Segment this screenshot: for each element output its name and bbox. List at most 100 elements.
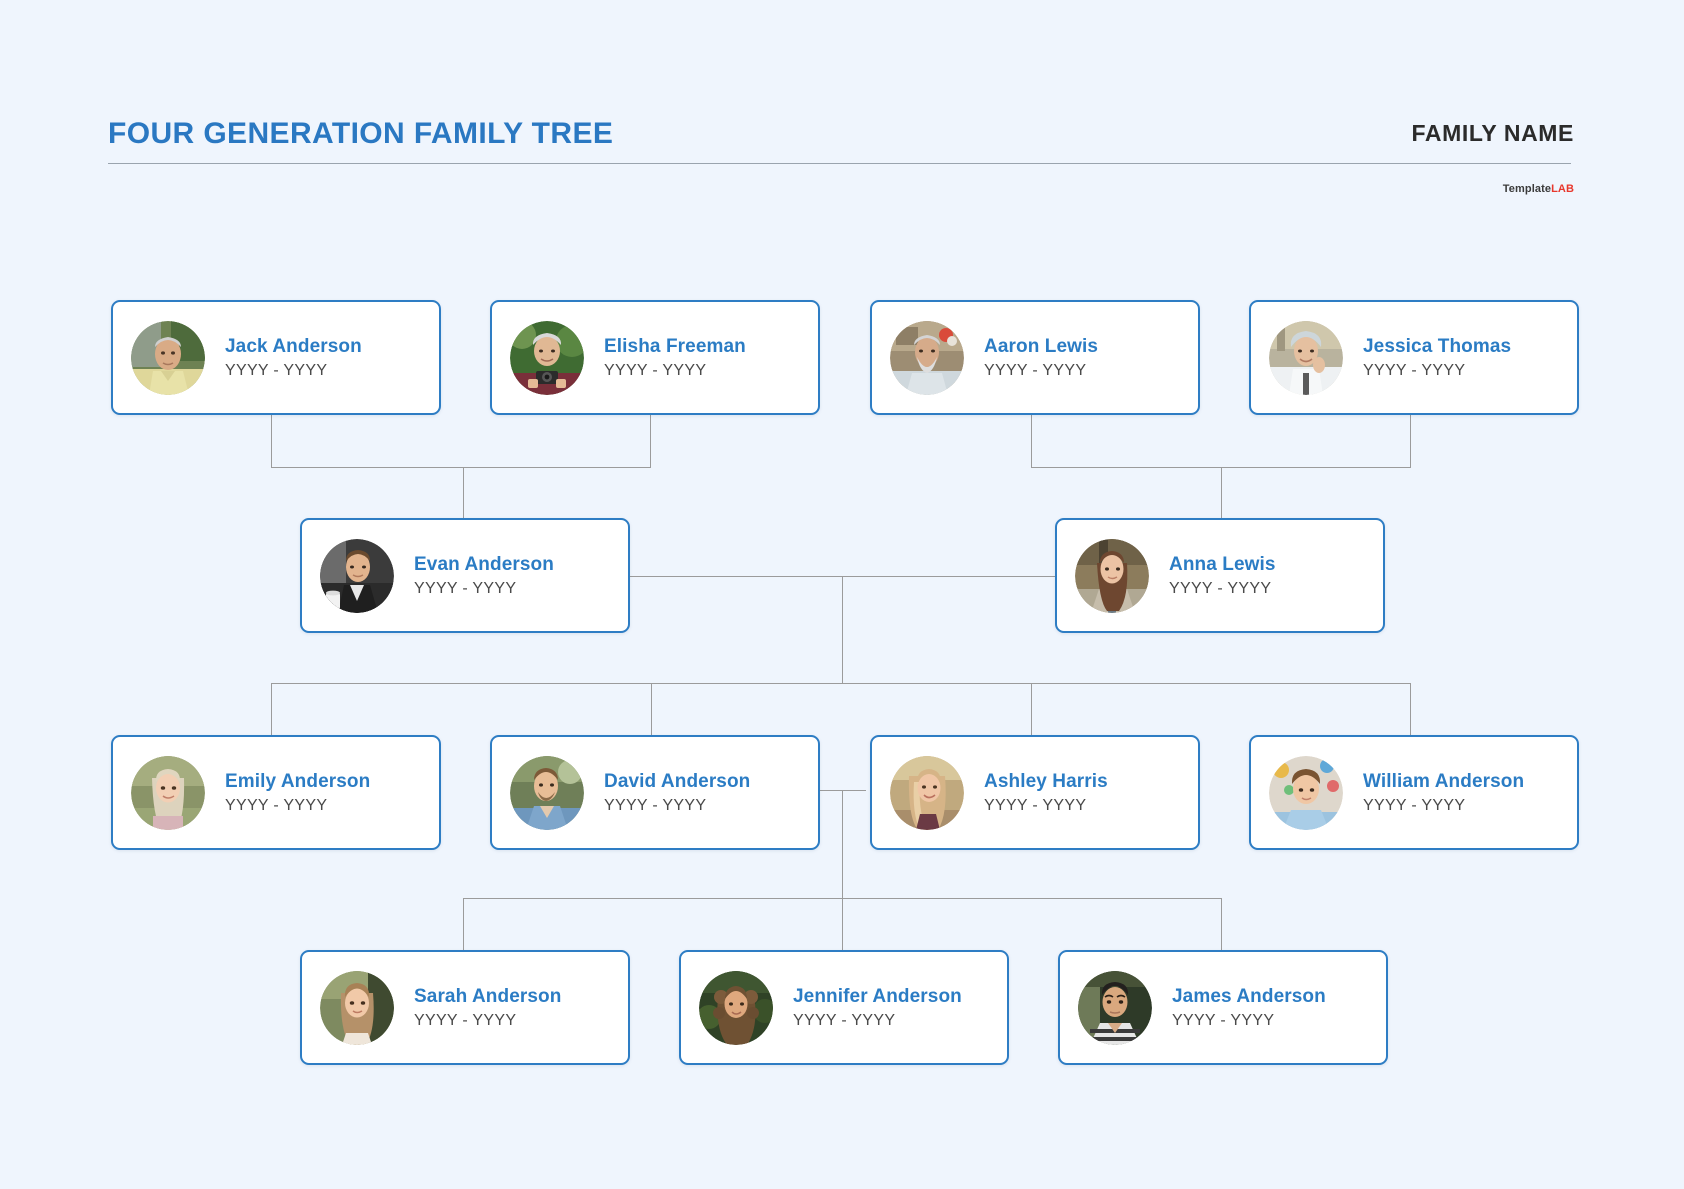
person-name: Sarah Anderson [414, 985, 562, 1007]
person-dates: YYYY - YYYY [414, 580, 517, 598]
connector-jack-down [271, 414, 272, 467]
person-meta: Aaron Lewis YYYY - YYYY [984, 335, 1098, 381]
avatar [1075, 538, 1149, 613]
avatar [131, 320, 205, 395]
person-meta: William Anderson YYYY - YYYY [1363, 770, 1524, 816]
person-dates: YYYY - YYYY [1363, 362, 1466, 380]
person-dates: YYYY - YYYY [604, 362, 707, 380]
avatar [510, 755, 584, 830]
connector-william-up [1410, 683, 1411, 735]
person-card-sarah-anderson[interactable]: Sarah Anderson YYYY - YYYY [300, 950, 630, 1065]
avatar [890, 755, 964, 830]
photo-woman-long-brown-hair [1075, 538, 1149, 613]
photo-man-blue-shirt [510, 755, 584, 830]
connector-david-up [651, 683, 652, 735]
person-name: Ashley Harris [984, 770, 1108, 792]
photo-elderly-man-beard [890, 320, 964, 395]
connector-emily-up [271, 683, 272, 735]
avatar [699, 970, 773, 1045]
person-name: Jennifer Anderson [793, 985, 962, 1007]
photo-young-girl-blonde [131, 755, 205, 830]
person-name: David Anderson [604, 770, 751, 792]
connector-ashley-up [1031, 683, 1032, 735]
person-dates: YYYY - YYYY [984, 797, 1087, 815]
photo-man-coffee-cup [320, 538, 394, 613]
person-name: Aaron Lewis [984, 335, 1099, 357]
connector-jennifer-up [842, 898, 843, 950]
person-dates: YYYY - YYYY [984, 362, 1087, 380]
connector-gen2-down [842, 576, 843, 683]
person-meta: Anna Lewis YYYY - YYYY [1169, 553, 1276, 599]
logo-accent-text: LAB [1551, 183, 1574, 195]
person-card-david-anderson[interactable]: David Anderson YYYY - YYYY [490, 735, 820, 850]
connector-aaron-down [1031, 414, 1032, 467]
person-card-william-anderson[interactable]: William Anderson YYYY - YYYY [1249, 735, 1579, 850]
person-name: Jack Anderson [225, 335, 362, 357]
connector-sarah-up [463, 898, 464, 950]
logo-primary-text: Template [1502, 183, 1552, 195]
person-card-jessica-thomas[interactable]: Jessica Thomas YYYY - YYYY [1249, 300, 1579, 415]
photo-boy-light-blue-shirt [1269, 755, 1343, 830]
person-name: William Anderson [1363, 770, 1525, 792]
person-name: Emily Anderson [225, 770, 371, 792]
person-dates: YYYY - YYYY [414, 1012, 517, 1030]
family-tree-canvas: FOUR GENERATION FAMILY TREE FAMILY NAME … [0, 0, 1684, 1189]
person-card-anna-lewis[interactable]: Anna Lewis YYYY - YYYY [1055, 518, 1385, 633]
person-meta: Emily Anderson YYYY - YYYY [225, 770, 370, 816]
person-name: James Anderson [1172, 985, 1326, 1007]
person-card-aaron-lewis[interactable]: Aaron Lewis YYYY - YYYY [870, 300, 1200, 415]
templatelab-logo: TemplateLAB [1503, 183, 1574, 195]
person-meta: Jack Anderson YYYY - YYYY [225, 335, 362, 381]
photo-elderly-woman-camera [510, 320, 584, 395]
person-meta: Ashley Harris YYYY - YYYY [984, 770, 1108, 816]
person-name: Jessica Thomas [1363, 335, 1512, 357]
person-dates: YYYY - YYYY [793, 1012, 896, 1030]
avatar [320, 538, 394, 613]
avatar [320, 970, 394, 1045]
person-dates: YYYY - YYYY [1363, 797, 1466, 815]
connector-elisha-down [650, 414, 651, 467]
person-name: Evan Anderson [414, 553, 554, 575]
family-name-heading: FAMILY NAME [1411, 120, 1574, 146]
person-dates: YYYY - YYYY [1172, 1012, 1275, 1030]
avatar [1078, 970, 1152, 1045]
avatar [131, 755, 205, 830]
avatar [890, 320, 964, 395]
photo-elderly-man-yellow-shirt [131, 320, 205, 395]
connector-jessica-down [1410, 414, 1411, 467]
photo-woman-curly-hair [699, 970, 773, 1045]
person-dates: YYYY - YYYY [604, 797, 707, 815]
person-meta: David Anderson YYYY - YYYY [604, 770, 750, 816]
person-meta: Jessica Thomas YYYY - YYYY [1363, 335, 1511, 381]
connector-bus-gen3 [271, 683, 1411, 684]
person-card-evan-anderson[interactable]: Evan Anderson YYYY - YYYY [300, 518, 630, 633]
photo-woman-blonde-smiling [890, 755, 964, 830]
person-card-james-anderson[interactable]: James Anderson YYYY - YYYY [1058, 950, 1388, 1065]
person-card-elisha-freeman[interactable]: Elisha Freeman YYYY - YYYY [490, 300, 820, 415]
person-meta: Jennifer Anderson YYYY - YYYY [793, 985, 962, 1031]
person-meta: Elisha Freeman YYYY - YYYY [604, 335, 746, 381]
avatar [510, 320, 584, 395]
photo-elderly-woman-white-coat [1269, 320, 1343, 395]
avatar [1269, 320, 1343, 395]
person-dates: YYYY - YYYY [225, 362, 328, 380]
person-name: Elisha Freeman [604, 335, 746, 357]
person-dates: YYYY - YYYY [1169, 580, 1272, 598]
person-card-jack-anderson[interactable]: Jack Anderson YYYY - YYYY [111, 300, 441, 415]
page-title: FOUR GENERATION FAMILY TREE [108, 117, 614, 150]
connector-spouse-gen3 [820, 790, 866, 791]
person-meta: Sarah Anderson YYYY - YYYY [414, 985, 561, 1031]
person-name: Anna Lewis [1169, 553, 1276, 575]
header-divider [108, 163, 1571, 164]
connector-bus-gen1-left [271, 467, 651, 468]
photo-young-man-striped-shirt [1078, 970, 1152, 1045]
person-card-ashley-harris[interactable]: Ashley Harris YYYY - YYYY [870, 735, 1200, 850]
person-meta: James Anderson YYYY - YYYY [1172, 985, 1326, 1031]
connector-james-up [1221, 898, 1222, 950]
person-card-jennifer-anderson[interactable]: Jennifer Anderson YYYY - YYYY [679, 950, 1009, 1065]
avatar [1269, 755, 1343, 830]
person-card-emily-anderson[interactable]: Emily Anderson YYYY - YYYY [111, 735, 441, 850]
connector-gen3-down [842, 790, 843, 898]
connector-anna-up [1221, 467, 1222, 518]
connector-evan-up [463, 467, 464, 518]
